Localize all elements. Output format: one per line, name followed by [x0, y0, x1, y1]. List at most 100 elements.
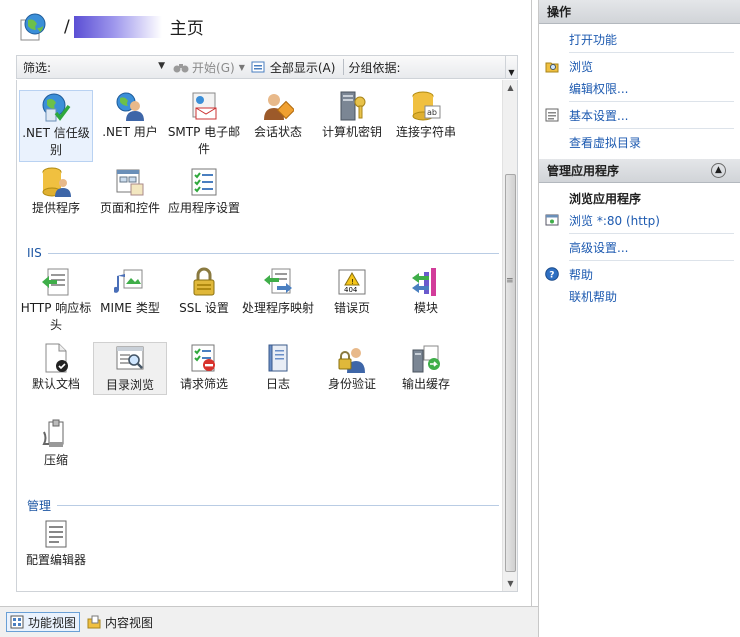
feature-output-caching[interactable]: 输出缓存: [389, 342, 463, 393]
feature-label: .NET 用户: [102, 125, 158, 139]
toolbar-separator: [343, 59, 345, 75]
action-label: 高级设置...: [569, 240, 629, 255]
http-headers-icon: [42, 268, 69, 296]
action-label: 帮助: [569, 267, 594, 282]
feature-session-state[interactable]: 会话状态: [241, 90, 315, 141]
chevron-down-icon[interactable]: ▼: [158, 61, 165, 71]
feature-error-pages[interactable]: ! 404 错误页: [315, 266, 389, 317]
ssl-lock-icon: [193, 267, 215, 296]
feature-smtp-email[interactable]: SMTP 电子邮件: [167, 90, 241, 158]
action-advanced-settings[interactable]: 高级设置...: [539, 236, 740, 258]
feature-directory-browsing[interactable]: 目录浏览: [93, 342, 167, 395]
content-view-tab[interactable]: 内容视图: [84, 612, 156, 632]
feature-providers[interactable]: 提供程序: [19, 166, 93, 217]
feature-label: 错误页: [333, 301, 370, 315]
feature-label: .NET 信任级别: [22, 126, 90, 157]
basic-settings-icon: [545, 108, 559, 122]
handler-mappings-icon: [264, 268, 292, 294]
action-label: 浏览: [569, 59, 594, 74]
smtp-email-icon: [192, 92, 217, 120]
action-help[interactable]: ? 帮助: [539, 263, 740, 285]
feature-compression[interactable]: 压缩: [19, 418, 93, 469]
action-label: 浏览 *:80 (http): [569, 213, 660, 228]
browse-folder-icon: [545, 62, 559, 73]
feature-handler-mappings[interactable]: 处理程序映射: [241, 266, 315, 317]
group-by-label[interactable]: 分组依据:: [348, 59, 400, 76]
session-state-icon: [264, 94, 294, 120]
feature-logging[interactable]: 日志: [241, 342, 315, 393]
action-view-virtual-directories[interactable]: 查看虚拟目录: [539, 131, 740, 153]
feature-view-tab[interactable]: 功能视图: [6, 612, 81, 632]
scroll-up-arrow[interactable]: ▲: [503, 80, 517, 95]
toolbar-scroll-arrow[interactable]: ▼: [505, 56, 517, 78]
page-title: / 主页: [64, 14, 204, 39]
feature-label: 会话状态: [253, 125, 302, 139]
feature-view-label: 功能视图: [28, 615, 77, 630]
action-online-help[interactable]: 联机帮助: [539, 285, 740, 307]
feature-request-filtering[interactable]: 请求筛选: [167, 342, 241, 393]
feature-connection-strings[interactable]: ab 连接字符串: [389, 90, 463, 141]
action-separator: [569, 233, 734, 234]
scroll-down-arrow[interactable]: ▼: [503, 576, 517, 591]
feature-default-document[interactable]: 默认文档: [19, 342, 93, 393]
action-basic-settings[interactable]: 基本设置...: [539, 104, 740, 126]
section-divider: [57, 505, 499, 506]
feature-label: SMTP 电子邮件: [167, 125, 241, 156]
scroll-grip-icon: ≡: [506, 276, 514, 286]
machine-key-icon: [340, 91, 366, 121]
feature-label: 目录浏览: [105, 378, 154, 392]
feature-authentication[interactable]: 身份验证: [315, 342, 389, 393]
net-users-icon: [116, 92, 144, 121]
actions-pane: 操作 打开功能 浏览 编辑权限... 基本设置... 查看虚拟目录 管理应用程序…: [538, 0, 740, 637]
manage-application-header[interactable]: 管理应用程序 ▲: [539, 159, 740, 183]
feature-app-settings[interactable]: 应用程序设置: [167, 166, 241, 217]
redacted-site-name: [73, 15, 162, 38]
feature-grid: .NET 信任级别 .NET 用户 SMTP 电子邮件 会话状态 计算机密钥 a…: [16, 80, 518, 592]
feature-label: 压缩: [43, 453, 68, 467]
action-edit-permissions[interactable]: 编辑权限...: [539, 77, 740, 99]
feature-label: 页面和控件: [99, 201, 160, 215]
configuration-editor-icon: [45, 520, 67, 548]
scroll-thumb[interactable]: [505, 174, 516, 572]
feature-net-trust-level[interactable]: .NET 信任级别: [19, 90, 93, 162]
collapse-icon[interactable]: ▲: [711, 163, 726, 178]
vertical-scrollbar[interactable]: ▲ ≡ ▼: [502, 80, 517, 591]
pages-controls-icon: [116, 169, 144, 196]
chevron-down-icon[interactable]: ▼: [239, 63, 245, 72]
action-open-feature[interactable]: 打开功能: [539, 28, 740, 50]
feature-label: 配置编辑器: [25, 553, 86, 567]
browse-window-icon: [545, 214, 559, 226]
action-label: 打开功能: [569, 32, 618, 47]
action-browse-port-80[interactable]: 浏览 *:80 (http): [539, 209, 740, 231]
filter-input[interactable]: ▼: [55, 58, 167, 76]
actions-title: 操作: [547, 5, 572, 19]
start-button[interactable]: 开始(G): [173, 59, 235, 76]
show-all-button[interactable]: 全部显示(A): [251, 59, 335, 76]
feature-label: 默认文档: [31, 377, 80, 391]
svg-text:?: ?: [549, 271, 554, 281]
feature-net-users[interactable]: .NET 用户: [93, 90, 167, 141]
feature-label: 输出缓存: [401, 377, 450, 391]
svg-text:!: !: [351, 278, 354, 286]
feature-view-icon: [10, 615, 24, 629]
feature-http-response-headers[interactable]: HTTP 响应标头: [19, 266, 93, 334]
feature-label: 处理程序映射: [241, 301, 314, 315]
output-caching-icon: [412, 345, 440, 373]
start-label: 开始(G): [192, 60, 235, 75]
feature-ssl-settings[interactable]: SSL 设置: [167, 266, 241, 317]
feature-modules[interactable]: 模块: [389, 266, 463, 317]
action-label: 基本设置...: [569, 108, 629, 123]
feature-machine-key[interactable]: 计算机密钥: [315, 90, 389, 141]
feature-label: 身份验证: [327, 377, 376, 391]
section-title: IIS: [27, 246, 42, 260]
compression-icon: [42, 419, 64, 447]
action-browse[interactable]: 浏览: [539, 55, 740, 77]
action-separator: [569, 101, 734, 102]
feature-pages-controls[interactable]: 页面和控件: [93, 166, 167, 217]
manage-application-title: 管理应用程序: [547, 164, 620, 178]
directory-browsing-icon: [116, 346, 144, 370]
feature-configuration-editor[interactable]: 配置编辑器: [17, 518, 95, 569]
request-filtering-icon: [191, 344, 215, 372]
section-title: 管理: [27, 499, 52, 513]
feature-mime-types[interactable]: MIME 类型: [93, 266, 167, 317]
